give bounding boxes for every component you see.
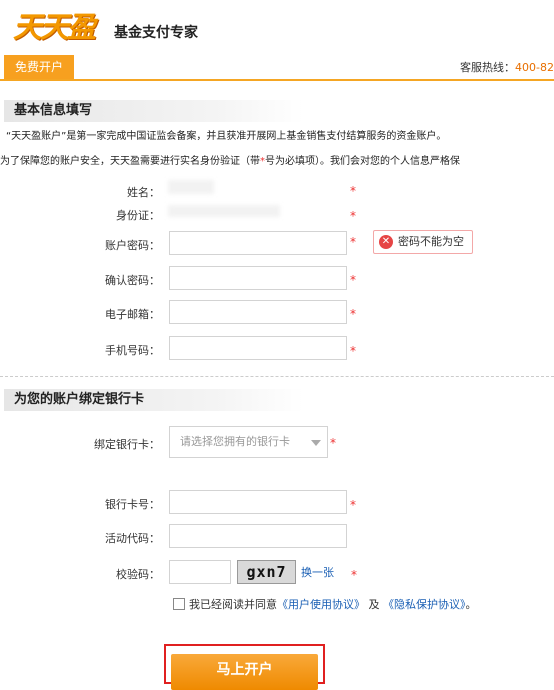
email-label: 电子邮箱： — [105, 308, 160, 321]
captcha-label: 校验码： — [116, 568, 160, 581]
navbar: 免费开户 客服热线：400-82 — [0, 55, 554, 81]
header-subtitle: 基金支付专家 — [114, 25, 198, 41]
name-value-redacted — [168, 180, 214, 194]
hotline: 客服热线：400-82 — [460, 59, 554, 75]
card-required-mark: * — [350, 498, 356, 512]
card-number-label: 银行卡号： — [105, 498, 160, 511]
password-error-tip: ✕ 密码不能为空 — [373, 230, 473, 254]
logo: 天天盈 — [4, 2, 106, 44]
agreement-suffix: 。 — [465, 598, 477, 611]
id-required-mark: * — [350, 209, 356, 223]
password-field[interactable] — [169, 231, 347, 255]
agreement-and: 及 — [368, 598, 380, 611]
intro-line-2b: 号为必填项）。我们会对您的个人信息严格保 — [265, 156, 460, 167]
phone-required-mark: * — [350, 344, 356, 358]
bank-label: 绑定银行卡： — [94, 438, 160, 451]
logo-text: 天天盈 — [13, 10, 96, 44]
phone-label: 手机号码： — [105, 344, 160, 357]
user-agreement-link[interactable]: 《用户使用协议》 — [277, 598, 365, 611]
tab-free-open-account[interactable]: 免费开户 — [4, 55, 75, 79]
password-error-text: 密码不能为空 — [398, 235, 464, 248]
captcha-image[interactable]: gxn7 — [237, 560, 296, 584]
name-required-mark: * — [350, 184, 356, 198]
intro-line-2: 为了保障您的账户安全，天天盈需要进行实名身份验证（带*号为必填项）。我们会对您的… — [0, 152, 460, 167]
section-divider — [0, 376, 554, 377]
intro-line-2a: 为了保障您的账户安全，天天盈需要进行实名身份验证（带 — [0, 156, 260, 167]
email-required-mark: * — [350, 307, 356, 321]
captcha-refresh-link[interactable]: 换一张 — [301, 564, 334, 580]
agreement-row: 我已经阅读并同意《用户使用协议》 及 《隐私保护协议》。 — [173, 596, 477, 612]
phone-field[interactable] — [169, 336, 347, 360]
confirm-password-field[interactable] — [169, 266, 347, 290]
promo-code-field[interactable] — [169, 524, 347, 548]
error-icon: ✕ — [379, 235, 393, 249]
hotline-number: 400-82 — [515, 61, 554, 74]
section-title-basic-info: 基本信息填写 — [4, 100, 304, 122]
section-title-bank: 为您的账户绑定银行卡 — [4, 389, 304, 411]
privacy-agreement-link[interactable]: 《隐私保护协议》 — [383, 598, 466, 611]
id-value-redacted — [168, 205, 280, 217]
chevron-down-icon — [311, 440, 321, 446]
password-required-mark: * — [350, 235, 356, 249]
password-label: 账户密码： — [105, 239, 160, 252]
id-label: 身份证： — [116, 209, 160, 222]
submit-highlight: 马上开户 — [164, 644, 325, 690]
bank-required-mark: * — [330, 436, 336, 450]
confirm-password-label: 确认密码： — [105, 274, 160, 287]
promo-code-label: 活动代码： — [105, 532, 160, 545]
captcha-field[interactable] — [169, 560, 231, 584]
bank-select-placeholder: 请选择您拥有的银行卡 — [180, 435, 290, 448]
hotline-label: 客服热线： — [460, 61, 516, 74]
email-field[interactable] — [169, 300, 347, 324]
bank-select[interactable]: 请选择您拥有的银行卡 — [169, 426, 328, 458]
name-label: 姓名： — [127, 186, 160, 199]
captcha-required-mark: * — [351, 568, 357, 582]
intro-line-1: “天天盈账户”是第一家完成中国证监会备案，并且获准开展网上基金销售支付结算服务的… — [6, 131, 447, 142]
open-account-button[interactable]: 马上开户 — [171, 654, 318, 690]
card-number-field[interactable] — [169, 490, 347, 514]
confirm-required-mark: * — [350, 273, 356, 287]
agreement-prefix: 我已经阅读并同意 — [189, 598, 277, 611]
agreement-checkbox[interactable] — [173, 598, 185, 610]
